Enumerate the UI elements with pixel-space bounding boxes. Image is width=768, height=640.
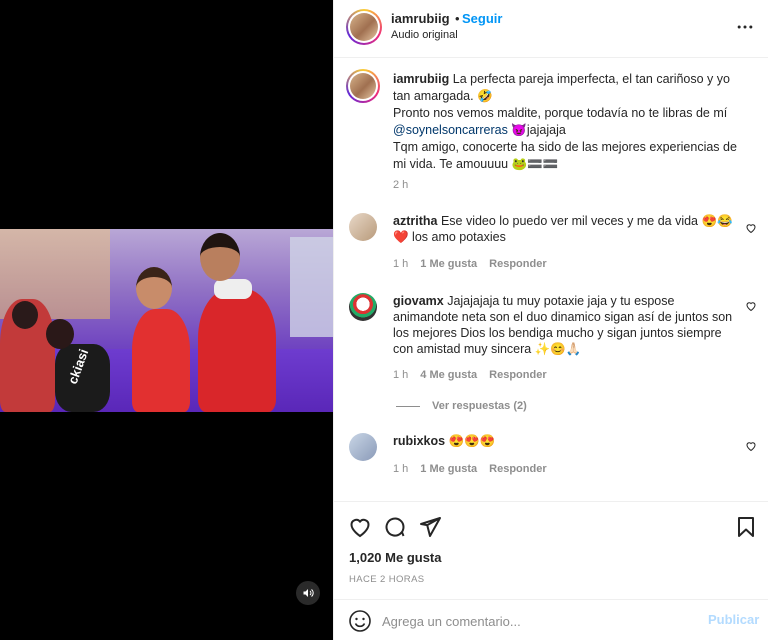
post-header: iamrubiig • Seguir Audio original <box>334 0 768 58</box>
video-person-head <box>136 267 172 309</box>
caption-line: Pronto nos vemos maldite, porque todavía… <box>393 106 728 120</box>
caption-username[interactable]: iamrubiig <box>393 72 449 86</box>
like-comment-button[interactable] <box>745 300 757 312</box>
post-comment-button[interactable]: Publicar <box>708 612 759 627</box>
video-scene-shelf <box>290 237 333 337</box>
video-person <box>198 289 276 412</box>
replies-divider <box>396 405 420 407</box>
avatar[interactable] <box>349 213 377 241</box>
caption-time[interactable]: 2 h <box>393 179 408 191</box>
view-replies-button[interactable]: Ver respuestas (2) <box>396 400 527 412</box>
bookmark-icon <box>738 517 754 537</box>
header-username[interactable]: iamrubiig <box>391 11 450 26</box>
view-replies-label: Ver respuestas (2) <box>432 400 527 412</box>
avatar[interactable] <box>349 293 377 321</box>
more-horizontal-icon <box>737 25 753 29</box>
comment-meta: 1 h 1 Me gusta Responder <box>393 463 547 475</box>
reply-button[interactable]: Responder <box>489 258 546 270</box>
caption-line: 😈jajajaja <box>511 123 566 137</box>
reply-button[interactable]: Responder <box>489 463 546 475</box>
post-panel: iamrubiig • Seguir Audio original iamrub… <box>333 0 768 640</box>
like-comment-button[interactable] <box>745 440 757 452</box>
comment-bubble-icon <box>385 517 405 537</box>
video-player[interactable]: ckiasi <box>0 229 333 412</box>
comment-likes[interactable]: 1 Me gusta <box>420 258 477 270</box>
post-actions: 1,020 Me gusta HACE 2 HORAS <box>334 501 768 599</box>
likes-count[interactable]: 1,020 Me gusta <box>349 550 442 565</box>
comment-username[interactable]: aztritha <box>393 214 437 228</box>
comment-meta: 1 h 1 Me gusta Responder <box>393 258 547 270</box>
save-button[interactable] <box>734 515 758 539</box>
comment-username[interactable]: rubixkos <box>393 434 445 448</box>
audio-label[interactable]: Audio original <box>391 29 458 41</box>
comment-text: rubixkos 😍😍😍 <box>393 433 738 449</box>
comment-body: Ese video lo puedo ver mil veces y me da… <box>393 214 733 244</box>
media-pane: ckiasi <box>0 0 333 640</box>
video-person-head <box>46 319 74 349</box>
comment-time[interactable]: 1 h <box>393 463 408 475</box>
heart-icon <box>746 302 756 312</box>
emoji-button[interactable] <box>348 609 372 633</box>
video-scarf <box>214 279 252 299</box>
comment-button[interactable] <box>383 515 407 539</box>
follow-button[interactable]: Seguir <box>462 11 502 26</box>
reply-button[interactable]: Responder <box>489 369 546 381</box>
comment-likes[interactable]: 1 Me gusta <box>420 463 477 475</box>
heart-icon <box>746 224 756 234</box>
avatar[interactable] <box>346 9 382 45</box>
heart-icon <box>350 518 370 538</box>
comment-text: giovamx Jajajajaja tu muy potaxie jaja y… <box>393 293 738 357</box>
mention-link[interactable]: @soynelsoncarreras <box>393 123 508 137</box>
sound-toggle-button[interactable] <box>296 581 320 605</box>
like-comment-button[interactable] <box>745 222 757 234</box>
video-person-head <box>200 233 240 281</box>
share-button[interactable] <box>418 515 442 539</box>
like-button[interactable] <box>348 515 372 539</box>
comment-time[interactable]: 1 h <box>393 258 408 270</box>
video-person <box>132 309 190 412</box>
caption-text: iamrubiig La perfecta pareja imperfecta,… <box>393 71 747 173</box>
comment-likes[interactable]: 4 Me gusta <box>420 369 477 381</box>
separator-dot: • <box>455 11 460 26</box>
comment-body: Jajajajaja tu muy potaxie jaja y tu espo… <box>393 294 733 356</box>
heart-icon <box>746 442 756 452</box>
caption-line: Tqm amigo, conocerte ha sido de las mejo… <box>393 140 737 171</box>
add-comment-bar: Publicar <box>334 599 768 640</box>
post-timestamp[interactable]: HACE 2 HORAS <box>349 574 425 585</box>
comment-body: 😍😍😍 <box>448 434 496 448</box>
avatar[interactable] <box>349 433 377 461</box>
video-person-head <box>12 301 38 329</box>
comment-input[interactable] <box>382 610 692 632</box>
comments-scroll-area[interactable]: iamrubiig La perfecta pareja imperfecta,… <box>334 59 768 501</box>
smiley-icon <box>349 610 371 632</box>
comment-username[interactable]: giovamx <box>393 294 444 308</box>
comment-time[interactable]: 1 h <box>393 369 408 381</box>
caption-avatar[interactable] <box>346 69 380 103</box>
more-options-button[interactable] <box>734 16 756 38</box>
comment-meta: 1 h 4 Me gusta Responder <box>393 369 547 381</box>
comment-text: aztritha Ese video lo puedo ver mil vece… <box>393 213 738 245</box>
paper-plane-icon <box>420 517 441 537</box>
speaker-icon <box>303 589 314 597</box>
